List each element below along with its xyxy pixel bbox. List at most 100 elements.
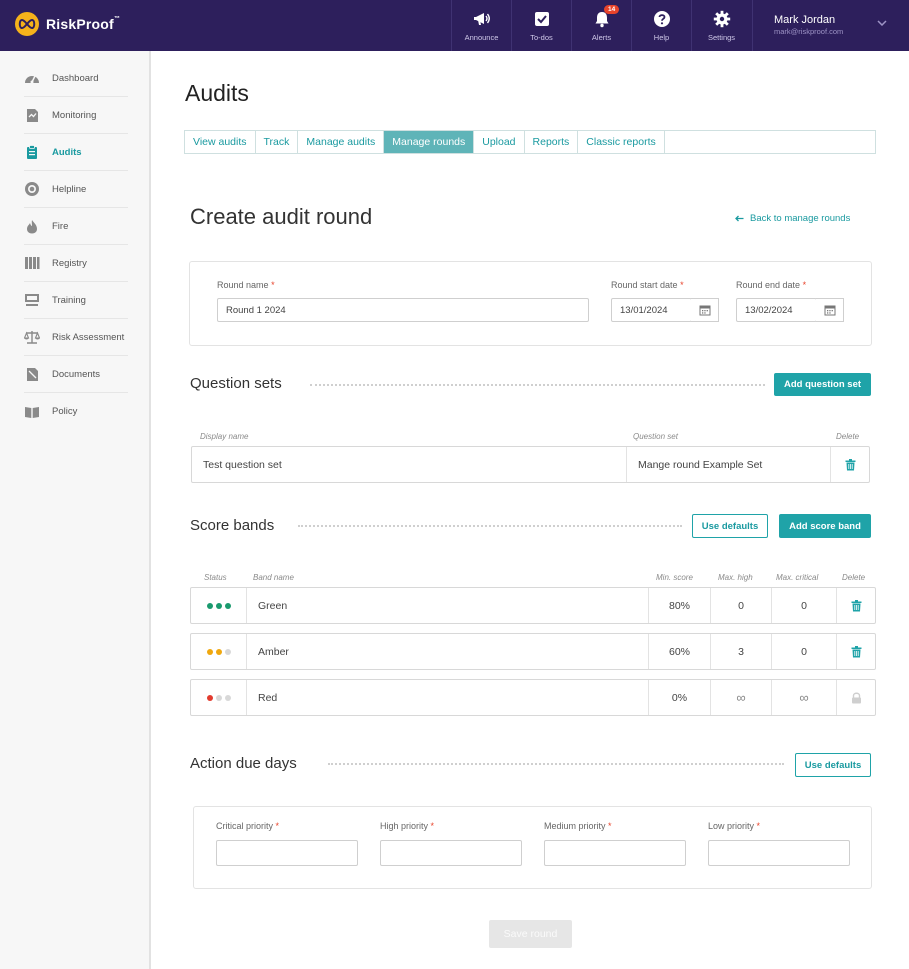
nav-alerts[interactable]: 14 Alerts	[571, 0, 631, 51]
save-round-button[interactable]: Save round	[489, 920, 572, 948]
round-name-input[interactable]: Round 1 2024	[217, 298, 589, 322]
nav-announce[interactable]: Announce	[451, 0, 511, 51]
tab-classic-reports[interactable]: Classic reports	[578, 131, 665, 153]
logo[interactable]: RiskProof™	[15, 12, 120, 36]
sidebar-item-monitoring[interactable]: Monitoring	[24, 97, 128, 134]
nav-todos[interactable]: To-dos	[511, 0, 571, 51]
status-indicator	[191, 588, 246, 623]
high-priority-input[interactable]	[380, 840, 522, 866]
band-min-score[interactable]: 80%	[648, 588, 710, 623]
band-name[interactable]: Green	[246, 588, 648, 623]
band-name[interactable]: Red	[246, 680, 648, 715]
delete-score-band-button[interactable]	[836, 588, 875, 623]
medium-priority-input[interactable]	[544, 840, 686, 866]
use-defaults-score-bands-button[interactable]: Use defaults	[692, 514, 768, 538]
band-max-critical[interactable]: 0	[771, 634, 836, 669]
calendar-icon	[824, 305, 835, 316]
col-question-set: Question set	[633, 432, 678, 441]
band-min-score[interactable]: 60%	[648, 634, 710, 669]
delete-question-set-button[interactable]	[830, 447, 870, 482]
add-score-band-button[interactable]: Add score band	[779, 514, 871, 538]
tab-track[interactable]: Track	[256, 131, 299, 153]
user-menu[interactable]: Mark Jordan mark@riskproof.com	[752, 0, 909, 51]
trash-icon	[845, 458, 856, 470]
sidebar-item-documents[interactable]: Documents	[24, 356, 128, 393]
chevron-down-icon	[877, 20, 887, 26]
question-set-name[interactable]: Mange round Example Set	[626, 447, 830, 482]
back-to-manage-rounds-link[interactable]: Back to manage rounds	[735, 213, 850, 224]
col-display-name: Display name	[200, 432, 249, 441]
band-min-score[interactable]: 0%	[648, 680, 710, 715]
section-divider	[328, 763, 784, 765]
question-set-display-name[interactable]: Test question set	[192, 447, 626, 482]
top-bar: RiskProof™ Announce To-dos 14 Alerts Hel…	[0, 0, 909, 51]
round-start-date-input[interactable]: 13/01/2024	[611, 298, 692, 322]
sidebar-item-fire[interactable]: Fire	[24, 208, 128, 245]
start-date-calendar-button[interactable]	[691, 298, 719, 322]
documents-icon	[24, 366, 40, 382]
delete-score-band-button[interactable]	[836, 634, 875, 669]
question-set-row: Test question set Mange round Example Se…	[191, 446, 870, 483]
band-name[interactable]: Amber	[246, 634, 648, 669]
round-end-date-label: Round end date *	[736, 280, 807, 290]
tab-upload[interactable]: Upload	[474, 131, 525, 153]
status-dot	[206, 648, 213, 655]
score-band-row: Red 0% ∞ ∞	[190, 679, 876, 716]
low-priority-input[interactable]	[708, 840, 850, 866]
user-email: mark@riskproof.com	[774, 27, 844, 36]
sidebar-item-helpline[interactable]: Helpline	[24, 171, 128, 208]
sidebar-item-dashboard[interactable]: Dashboard	[24, 60, 128, 97]
top-nav: Announce To-dos 14 Alerts Help Settings	[451, 0, 751, 51]
sidebar-item-risk-assessment[interactable]: Risk Assessment	[24, 319, 128, 356]
band-max-high[interactable]: 0	[710, 588, 771, 623]
sidebar-item-policy[interactable]: Policy	[24, 393, 128, 430]
flame-icon	[24, 218, 40, 234]
col-delete: Delete	[842, 573, 866, 582]
add-question-set-button[interactable]: Add question set	[774, 373, 871, 396]
use-defaults-action-due-button[interactable]: Use defaults	[795, 753, 871, 777]
band-max-high: ∞	[710, 680, 771, 715]
sidebar-item-training[interactable]: Training	[24, 282, 128, 319]
critical-priority-input[interactable]	[216, 840, 358, 866]
medium-priority-label: Medium priority *	[544, 821, 612, 831]
form-heading: Create audit round	[190, 204, 373, 229]
col-max-critical: Max. critical	[776, 573, 819, 582]
help-icon	[653, 11, 670, 27]
tab-view-audits[interactable]: View audits	[185, 131, 256, 153]
status-dot	[206, 602, 213, 609]
calendar-icon	[699, 305, 710, 316]
trash-icon	[851, 599, 861, 611]
nav-settings[interactable]: Settings	[691, 0, 751, 51]
low-priority-label: Low priority *	[708, 821, 761, 831]
status-indicator	[191, 680, 246, 715]
user-name: Mark Jordan	[774, 14, 836, 26]
sidebar-item-audits[interactable]: Audits	[24, 134, 128, 171]
round-start-date-label: Round start date *	[611, 280, 684, 290]
status-dot	[224, 694, 231, 701]
alerts-badge: 14	[604, 5, 620, 14]
band-max-critical[interactable]: 0	[771, 588, 836, 623]
status-dot	[215, 694, 222, 701]
round-name-label: Round name *	[217, 280, 275, 290]
tab-manage-rounds[interactable]: Manage rounds	[384, 131, 475, 153]
sidebar: Dashboard Monitoring Audits Helpline Fir…	[0, 51, 151, 969]
band-max-high[interactable]: 3	[710, 634, 771, 669]
tab-bar: View audits Track Manage audits Manage r…	[184, 130, 876, 154]
tab-reports[interactable]: Reports	[525, 131, 579, 153]
score-band-row: Amber 60% 3 0	[190, 633, 876, 670]
nav-help[interactable]: Help	[631, 0, 691, 51]
arrow-left-icon	[735, 215, 744, 222]
checkbox-icon	[534, 12, 549, 26]
dashboard-gauge-icon	[24, 70, 40, 86]
logo-mark-icon	[15, 12, 39, 36]
tab-manage-audits[interactable]: Manage audits	[298, 131, 385, 153]
round-end-date-input[interactable]: 13/02/2024	[736, 298, 817, 322]
scales-icon	[24, 329, 40, 345]
score-bands-title: Score bands	[190, 517, 275, 534]
page-title: Audits	[185, 80, 249, 106]
section-divider	[298, 525, 682, 527]
col-status: Status	[204, 573, 227, 582]
book-icon	[24, 404, 40, 420]
end-date-calendar-button[interactable]	[816, 298, 844, 322]
sidebar-item-registry[interactable]: Registry	[24, 245, 128, 282]
